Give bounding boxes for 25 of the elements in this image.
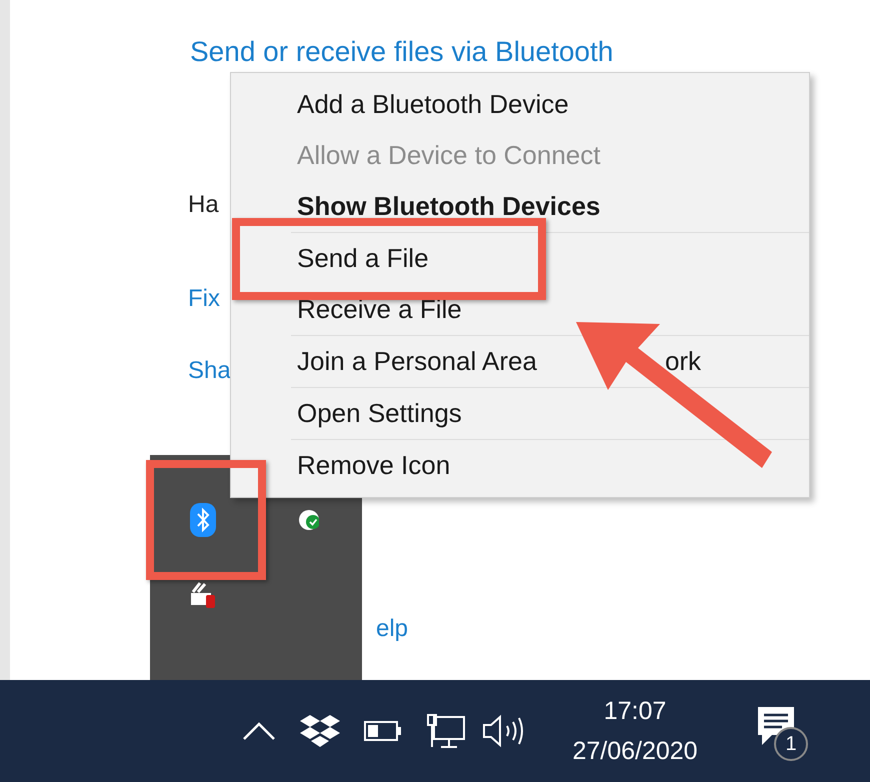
toolbox-icon[interactable] (188, 579, 218, 609)
battery-icon[interactable] (364, 720, 402, 742)
bluetooth-icon[interactable] (190, 503, 216, 537)
notification-button[interactable]: 1 (750, 701, 810, 761)
clock-date[interactable]: 27/06/2020 (572, 736, 698, 766)
volume-icon[interactable] (482, 713, 526, 749)
menu-item-text: ork (664, 345, 702, 378)
menu-item[interactable]: Open Settings (291, 388, 478, 439)
chevron-up-icon[interactable] (242, 721, 276, 741)
page-link[interactable]: Sha (188, 354, 231, 388)
clock-time[interactable]: 17:07 (604, 696, 666, 726)
notification-badge: 1 (774, 727, 808, 761)
network-computer-icon[interactable] (426, 713, 466, 749)
menu-item[interactable]: Add a Bluetooth Device (291, 79, 585, 130)
shield-icon[interactable] (299, 509, 319, 531)
page-link[interactable]: elp (376, 612, 408, 646)
page-link[interactable]: Send or receive files via Bluetooth (190, 34, 870, 70)
page-link[interactable]: Fix (188, 282, 220, 316)
dropbox-icon[interactable] (300, 713, 340, 749)
menu-item[interactable]: Join a Personal Area (291, 336, 553, 387)
menu-item[interactable]: Send a File (291, 233, 445, 284)
menu-item[interactable]: Remove Icon (291, 440, 466, 491)
menu-item[interactable]: Show Bluetooth Devices (291, 181, 616, 232)
menu-item[interactable]: Receive a File (291, 284, 478, 335)
page-text: Ha (188, 190, 219, 220)
